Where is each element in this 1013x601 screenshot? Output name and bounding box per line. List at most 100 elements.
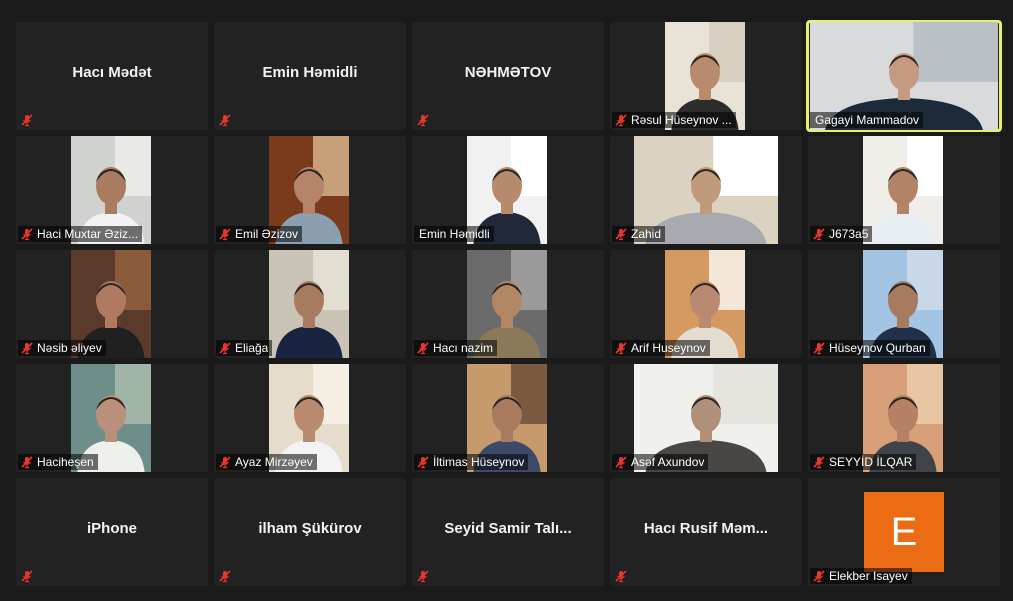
participant-name: Eliağa <box>235 341 269 355</box>
participant-tile[interactable]: İltimas Hüseynov <box>412 364 604 472</box>
participant-name: Gagayi Mammadov <box>815 113 920 127</box>
mic-muted-icon <box>218 227 232 241</box>
participant-name: Hacı nazim <box>433 341 494 355</box>
participant-tile[interactable]: E Elekber Isayev <box>808 478 1000 586</box>
participant-display-name: Hacı Mədət <box>72 64 152 81</box>
participant-label <box>414 568 434 584</box>
participant-tile[interactable]: Hacı Mədət <box>16 22 208 130</box>
participant-label: Eliağa <box>216 340 273 356</box>
participant-label: Haci Muxtar Əziz... <box>18 226 143 242</box>
participant-tile[interactable]: Hacı Rusif Məm... <box>610 478 802 586</box>
mic-muted-icon <box>614 113 628 127</box>
participant-label: SEYYİD İLQAR <box>810 454 917 470</box>
participant-name: Hüseynov Qurban <box>829 341 926 355</box>
participant-label: Hacı nazim <box>414 340 498 356</box>
participant-display-name: ilham Şükürov <box>258 520 362 537</box>
participant-label: Elekber Isayev <box>810 568 912 584</box>
participant-display-name: iPhone <box>86 520 137 537</box>
participant-label: Rəsul Hüseynov ... <box>612 112 736 128</box>
avatar-letter: E <box>890 509 918 554</box>
mic-muted-icon <box>614 455 628 469</box>
participant-tile[interactable]: SEYYİD İLQAR <box>808 364 1000 472</box>
mic-muted-icon <box>20 455 34 469</box>
participant-tile[interactable]: Emin Həmidli <box>214 22 406 130</box>
participant-name: Emil Əzizov <box>235 227 299 241</box>
participant-label: Emil Əzizov <box>216 226 303 242</box>
participant-tile[interactable]: Haci Muxtar Əziz... <box>16 136 208 244</box>
participant-tile[interactable]: Zahid <box>610 136 802 244</box>
participant-tile[interactable]: Arif Huseynov <box>610 250 802 358</box>
participant-name: İltimas Hüseynov <box>433 455 525 469</box>
participant-name: Nəsib əliyev <box>37 341 102 355</box>
participant-label <box>612 568 632 584</box>
participant-name: Emin Həmidli <box>419 227 490 241</box>
mic-muted-icon <box>416 569 430 583</box>
mic-muted-icon <box>812 569 826 583</box>
mic-muted-icon <box>218 455 232 469</box>
participant-display-name: Seyid Samir Talı... <box>444 520 572 537</box>
mic-muted-icon <box>812 227 826 241</box>
participant-display-name: Hacı Rusif Məm... <box>643 520 769 537</box>
participant-tile[interactable]: Gagayi Mammadov <box>806 20 1002 132</box>
mic-muted-icon <box>218 341 232 355</box>
participant-name: Rəsul Hüseynov ... <box>631 113 732 127</box>
participant-tile[interactable]: Asəf Axundov <box>610 364 802 472</box>
participant-tile[interactable]: iPhone <box>16 478 208 586</box>
participant-grid: Hacı Mədət Emin Həmidli NƏHMƏTOV Rəsul Hüse… <box>0 0 1013 601</box>
mic-muted-icon <box>416 455 430 469</box>
participant-tile[interactable]: Haciheşen <box>16 364 208 472</box>
participant-name: Haciheşen <box>37 455 94 469</box>
participant-display-name: NƏHMƏTOV <box>464 64 552 81</box>
participant-name: Asəf Axundov <box>631 455 705 469</box>
participant-tile[interactable]: Eliağa <box>214 250 406 358</box>
mic-muted-icon <box>812 455 826 469</box>
mic-muted-icon <box>416 113 430 127</box>
participant-tile[interactable]: Nəsib əliyev <box>16 250 208 358</box>
participant-tile[interactable]: Rəsul Hüseynov ... <box>610 22 802 130</box>
participant-tile[interactable]: ilham Şükürov <box>214 478 406 586</box>
mic-muted-icon <box>20 227 34 241</box>
participant-label: Arif Huseynov <box>612 340 710 356</box>
participant-tile[interactable]: Hacı nazim <box>412 250 604 358</box>
participant-video <box>269 250 349 358</box>
mic-muted-icon <box>614 227 628 241</box>
mic-muted-icon <box>218 569 232 583</box>
participant-name: Arif Huseynov <box>631 341 706 355</box>
participant-label: Haciheşen <box>18 454 98 470</box>
mic-muted-icon <box>20 569 34 583</box>
mic-muted-icon <box>812 341 826 355</box>
participant-label <box>216 112 236 128</box>
participant-label <box>216 568 236 584</box>
participant-name: Ayaz Mirzəyev <box>235 455 313 469</box>
participant-label: Zahid <box>612 226 666 242</box>
participant-label: İltimas Hüseynov <box>414 454 529 470</box>
participant-tile[interactable]: Seyid Samir Talı... <box>412 478 604 586</box>
mic-muted-icon <box>614 341 628 355</box>
participant-label: Emin Həmidli <box>414 226 494 242</box>
participant-tile[interactable]: NƏHMƏTOV <box>412 22 604 130</box>
mic-muted-icon <box>218 113 232 127</box>
participant-label <box>18 568 38 584</box>
participant-tile[interactable]: J673a5 <box>808 136 1000 244</box>
participant-tile[interactable]: Hüseynov Qurban <box>808 250 1000 358</box>
participant-tile[interactable]: Emin Həmidli <box>412 136 604 244</box>
participant-video <box>863 136 943 244</box>
participant-label <box>414 112 434 128</box>
mic-muted-icon <box>614 569 628 583</box>
participant-name: Zahid <box>631 227 662 241</box>
participant-label: J673a5 <box>810 226 873 242</box>
participant-name: SEYYİD İLQAR <box>829 455 913 469</box>
participant-tile[interactable]: Emil Əzizov <box>214 136 406 244</box>
mic-muted-icon <box>20 341 34 355</box>
participant-tile[interactable]: Ayaz Mirzəyev <box>214 364 406 472</box>
participant-label: Gagayi Mammadov <box>810 112 924 128</box>
participant-label: Nəsib əliyev <box>18 340 106 356</box>
participant-display-name: Emin Həmidli <box>262 64 358 81</box>
participant-name: Haci Muxtar Əziz... <box>37 227 139 241</box>
avatar: E <box>864 492 944 572</box>
participant-label: Hüseynov Qurban <box>810 340 930 356</box>
participant-name: J673a5 <box>829 227 869 241</box>
participant-label: Asəf Axundov <box>612 454 709 470</box>
participant-label: Ayaz Mirzəyev <box>216 454 317 470</box>
mic-muted-icon <box>416 341 430 355</box>
